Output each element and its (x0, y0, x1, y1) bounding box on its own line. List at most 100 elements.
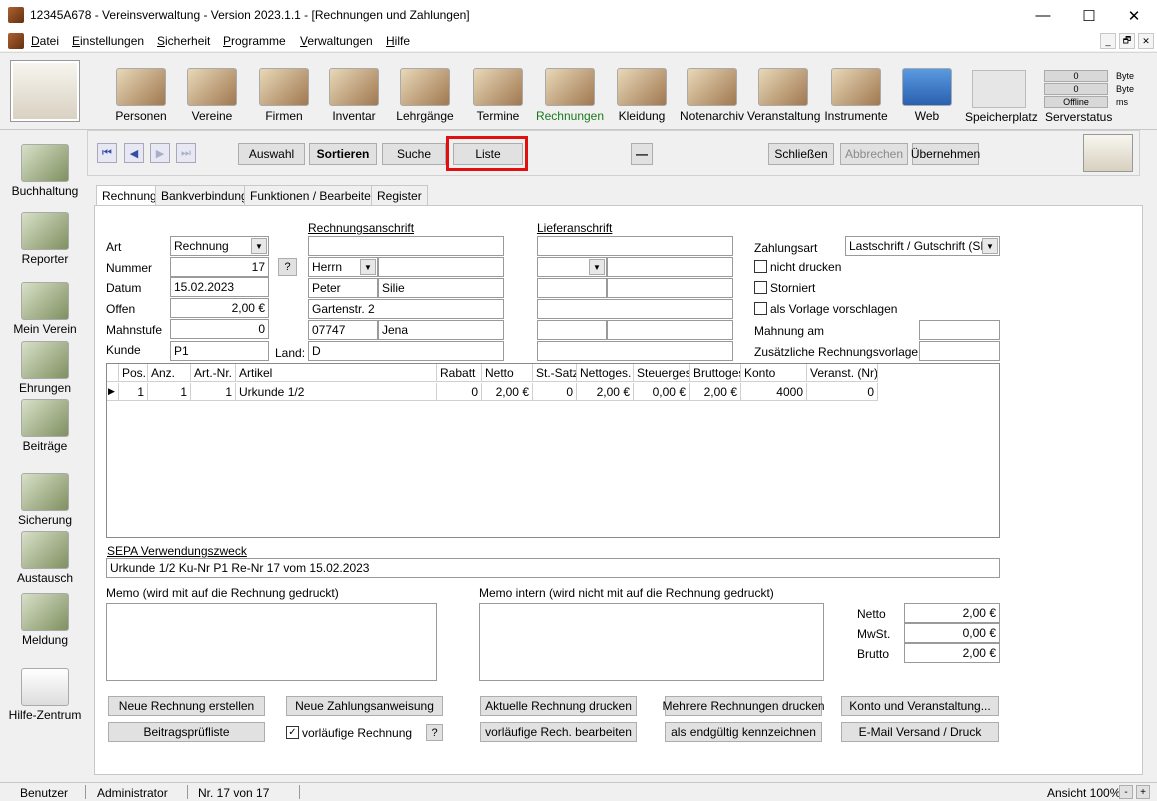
vorlaeufig-bearbeiten-button[interactable]: vorläufige Rech. bearbeiten (480, 722, 637, 742)
toolbar-instrumente[interactable]: Instrumente (820, 68, 892, 123)
mdi-close-button[interactable]: ✕ (1138, 33, 1154, 49)
toolbar-rechnungen[interactable]: Rechnungen (534, 68, 606, 123)
toolbar-vereine[interactable]: Vereine (176, 68, 248, 123)
neue-rechnung-button[interactable]: Neue Rechnung erstellen (108, 696, 265, 716)
sortieren-button[interactable]: Sortieren (309, 143, 377, 165)
toolbar-web[interactable]: Web (891, 68, 963, 123)
auswahl-button[interactable]: Auswahl (238, 143, 305, 165)
beitragspruefliste-button[interactable]: Beitragsprüfliste (108, 722, 265, 742)
konto-veranst-button[interactable]: Konto und Veranstaltung... (841, 696, 999, 716)
tab-rechnung[interactable]: Rechnung (96, 185, 163, 206)
app-icon[interactable] (8, 7, 24, 23)
table-cell[interactable]: 0 (437, 383, 482, 401)
grid-header[interactable]: Steuerges. (634, 364, 690, 382)
nummer-help-button[interactable]: ? (278, 258, 297, 276)
grid-header[interactable]: Nettoges. (577, 364, 634, 382)
vorname-field[interactable]: Peter (308, 278, 378, 298)
zoom-out-button[interactable]: - (1119, 785, 1133, 799)
table-cell[interactable]: 2,00 € (690, 383, 741, 401)
memo-textarea[interactable] (106, 603, 437, 681)
liefer-vorname-field[interactable] (537, 278, 607, 298)
mahnung-am-field[interactable] (919, 320, 1000, 340)
toolbar-inventar[interactable]: Inventar (318, 68, 390, 123)
schliessen-button[interactable]: Schließen (768, 143, 834, 165)
toolbar-lehrgaenge[interactable]: Lehrgänge (389, 68, 461, 123)
grid-header[interactable]: Konto (741, 364, 807, 382)
vorlage-checkbox[interactable] (754, 302, 767, 315)
table-cell[interactable]: 0,00 € (634, 383, 690, 401)
sidebar-mein-verein[interactable]: Mein Verein (0, 282, 90, 336)
grid-header[interactable]: Artikel (236, 364, 437, 382)
table-cell[interactable]: Urkunde 1/2 (236, 383, 437, 401)
close-button[interactable]: ✕ (1111, 0, 1157, 31)
cash-register-icon[interactable] (10, 60, 80, 122)
grid-header[interactable]: St.-Satz (533, 364, 577, 382)
toolbar-notenarchiv[interactable]: Notenarchiv (676, 68, 748, 123)
memo-intern-textarea[interactable] (479, 603, 824, 681)
vorlaeufig-checkbox[interactable]: ✓ (286, 726, 299, 739)
toolbar-veranstaltung[interactable]: Veranstaltung (747, 68, 820, 123)
liefer-titel-field[interactable] (607, 257, 733, 277)
uebernehmen-button[interactable]: Übernehmen (911, 143, 980, 165)
aktuelle-drucken-button[interactable]: Aktuelle Rechnung drucken (480, 696, 637, 716)
sepa-field[interactable]: Urkunde 1/2 Ku-Nr P1 Re-Nr 17 vom 15.02.… (106, 558, 1000, 578)
table-cell[interactable]: 2,00 € (577, 383, 634, 401)
zoom-in-button[interactable]: + (1136, 785, 1150, 799)
table-cell[interactable]: 0 (533, 383, 577, 401)
plz-field[interactable]: 07747 (308, 320, 378, 340)
menu-programme[interactable]: Programme (223, 34, 286, 48)
last-record-button[interactable]: ⏭ (176, 143, 196, 163)
zahlungsart-select[interactable]: Lastschrift / Gutschrift (SEP ▼ (845, 236, 1000, 256)
land-field[interactable]: D (308, 341, 504, 361)
prev-record-button[interactable]: ◀ (124, 143, 144, 163)
grid-header[interactable]: Pos. (119, 364, 148, 382)
grid-header[interactable]: Rabatt (437, 364, 482, 382)
liefer-name-field[interactable] (537, 236, 733, 256)
sidebar-sicherung[interactable]: Sicherung (0, 473, 90, 527)
mdi-restore-button[interactable]: 🗗 (1119, 33, 1135, 49)
sidebar-austausch[interactable]: Austausch (0, 531, 90, 585)
nicht-drucken-checkbox[interactable] (754, 260, 767, 273)
sidebar-ehrungen[interactable]: Ehrungen (0, 341, 90, 395)
toolbar-termine[interactable]: Termine (462, 68, 534, 123)
toolbar-kleidung[interactable]: Kleidung (606, 68, 678, 123)
liefer-nachname-field[interactable] (607, 278, 733, 298)
tab-funktionen[interactable]: Funktionen / Bearbeiten (244, 185, 384, 205)
zus-vorlage-field[interactable] (919, 341, 1000, 361)
liefer-plz-field[interactable] (537, 320, 607, 340)
liefer-strasse-field[interactable] (537, 299, 733, 319)
toolbar-personen[interactable]: Personen (105, 68, 177, 123)
neue-zahlung-button[interactable]: Neue Zahlungsanweisung (286, 696, 443, 716)
table-cell[interactable]: 0 (807, 383, 878, 401)
grid-header[interactable]: Anz. (148, 364, 191, 382)
menu-verwaltungen[interactable]: Verwaltungen (300, 34, 373, 48)
rechnung-name-extra-field[interactable] (308, 236, 504, 256)
liefer-anrede-select[interactable]: ▼ (537, 257, 607, 277)
abbrechen-button[interactable]: Abbrechen (840, 143, 908, 165)
mdi-app-icon[interactable] (8, 33, 24, 49)
minimize-button[interactable]: — (1020, 0, 1066, 31)
tab-register[interactable]: Register (371, 185, 428, 205)
sidebar-reporter[interactable]: Reporter (0, 212, 90, 266)
ort-field[interactable]: Jena (378, 320, 504, 340)
sidebar-meldung[interactable]: Meldung (0, 593, 90, 647)
anrede-select[interactable]: Herrn ▼ (308, 257, 378, 277)
liefer-land-field[interactable] (537, 341, 733, 361)
menu-einstellungen[interactable]: Einstellungen (72, 34, 144, 48)
email-versand-button[interactable]: E-Mail Versand / Druck (841, 722, 999, 742)
toolbar-firmen[interactable]: Firmen (248, 68, 320, 123)
endgueltig-button[interactable]: als endgültig kennzeichnen (665, 722, 822, 742)
titel-field[interactable] (378, 257, 504, 277)
strasse-field[interactable]: Gartenstr. 2 (308, 299, 504, 319)
mdi-minimize-button[interactable]: _ (1100, 33, 1116, 49)
grid-header[interactable]: Art.-Nr. (191, 364, 236, 382)
suche-button[interactable]: Suche (382, 143, 446, 165)
menu-hilfe[interactable]: Hilfe (386, 34, 410, 48)
maximize-button[interactable]: ☐ (1066, 0, 1112, 31)
grid-header[interactable]: Veranst. (Nr) (807, 364, 878, 382)
sidebar-beitraege[interactable]: Beiträge (0, 399, 90, 453)
grid-header[interactable]: Netto (482, 364, 533, 382)
grid-header[interactable]: Bruttoges (690, 364, 741, 382)
art-select[interactable]: Rechnung ▼ (170, 236, 269, 256)
positions-grid[interactable]: Pos. Anz. Art.-Nr. Artikel Rabatt Netto … (106, 363, 1000, 538)
